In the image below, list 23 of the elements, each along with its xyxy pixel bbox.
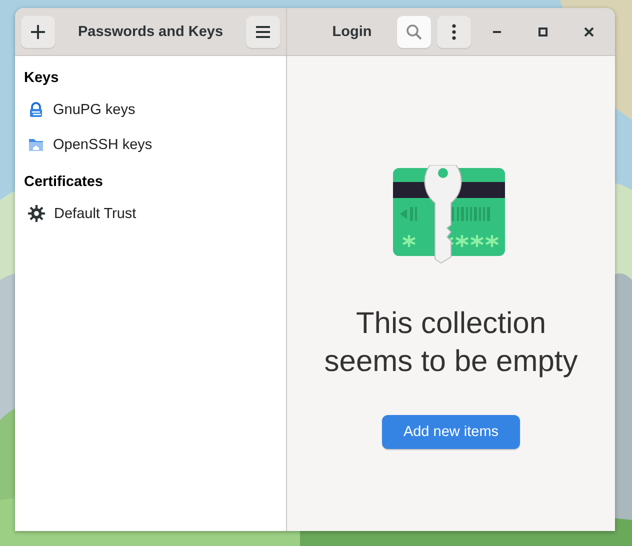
- minimize-icon: [492, 30, 502, 32]
- plus-icon: [30, 24, 46, 40]
- dots-icon: [452, 24, 456, 40]
- menu-icon: [255, 24, 271, 38]
- empty-message: This collection seems to be empty: [323, 306, 579, 380]
- gear-icon: [28, 205, 45, 222]
- window-title: Passwords and Keys: [76, 24, 224, 40]
- menu-button[interactable]: [246, 16, 280, 48]
- search-button[interactable]: [397, 16, 431, 48]
- folder-icon: [28, 136, 44, 152]
- sidebar-item[interactable]: OpenSSH keys: [24, 127, 277, 162]
- section-heading: Keys: [24, 69, 60, 88]
- search-icon: [406, 24, 422, 40]
- maximize-icon: [538, 26, 548, 36]
- add-items-button[interactable]: Add new items: [382, 415, 520, 449]
- sidebar-item[interactable]: GnuPG keys: [24, 92, 277, 127]
- sidebar-item[interactable]: Default Trust: [24, 196, 277, 231]
- add-button[interactable]: [21, 16, 55, 48]
- section-heading: Certificates: [24, 173, 104, 192]
- content-title: Login: [331, 24, 373, 40]
- lock-icon: [28, 102, 44, 118]
- close-icon: [584, 26, 594, 36]
- more-button[interactable]: [437, 16, 471, 48]
